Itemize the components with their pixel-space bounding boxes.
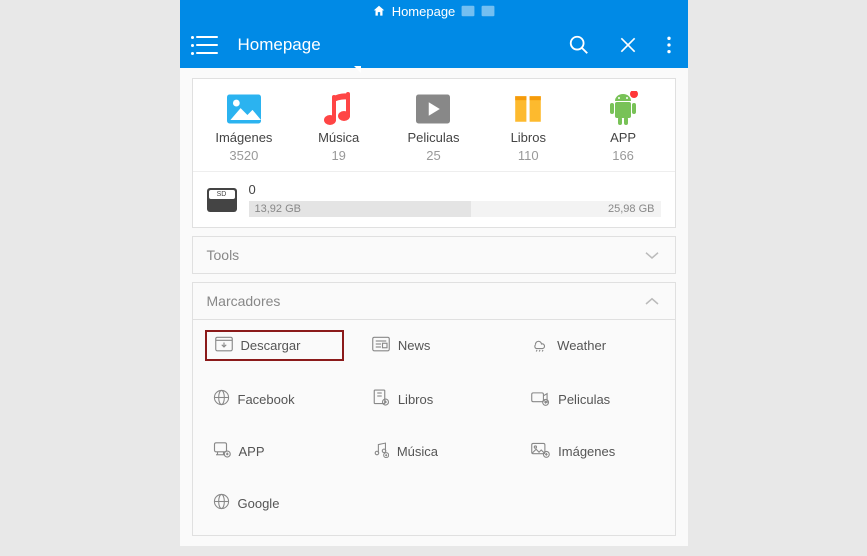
home-icon (372, 4, 386, 18)
app-dl-icon (213, 441, 231, 461)
globe-icon (213, 493, 230, 513)
tab-bar[interactable]: Homepage (180, 0, 688, 22)
storage-bar: 13,92 GB 25,98 GB (249, 201, 661, 217)
media-label: Música (318, 130, 359, 145)
bookmark-label: Facebook (238, 392, 295, 407)
page-title[interactable]: Homepage (238, 35, 321, 55)
tab-window-icon (461, 5, 475, 17)
menu-icon[interactable] (196, 36, 218, 54)
section-bookmarks[interactable]: Marcadores (192, 282, 676, 320)
storage-total-label: 25,98 GB (608, 203, 654, 215)
bookmark-label: Música (397, 444, 438, 459)
media-label: Libros (511, 130, 546, 145)
bookmark-label: Imágenes (558, 444, 615, 459)
book-dl-icon (372, 389, 390, 409)
media-count: 25 (426, 148, 440, 163)
weather-icon (531, 336, 549, 355)
storage-row[interactable]: 0 13,92 GB 25,98 GB (193, 171, 675, 227)
tab-label: Homepage (392, 4, 456, 19)
media-count: 110 (518, 148, 539, 163)
storage-used-label: 13,92 GB (249, 203, 301, 215)
chevron-down-icon (643, 249, 661, 261)
media-label: APP (610, 130, 636, 145)
bookmark-label: News (398, 338, 431, 353)
bookmark-app[interactable]: APP (205, 437, 344, 465)
bookmark-facebook[interactable]: Facebook (205, 385, 344, 413)
bookmark-news[interactable]: News (364, 330, 503, 361)
bookmark-label: Descargar (241, 338, 301, 353)
video-dl-icon (531, 390, 550, 409)
books-icon (512, 91, 544, 127)
bookmark-descargar[interactable]: Descargar (205, 330, 344, 361)
search-icon[interactable] (568, 34, 590, 56)
close-icon[interactable] (618, 35, 638, 55)
bookmark-label: APP (239, 444, 265, 459)
storage-index: 0 (249, 182, 661, 197)
images-icon (227, 91, 261, 127)
bookmark-peliculas[interactable]: Peliculas (523, 385, 662, 413)
media-count: 19 (331, 148, 345, 163)
sd-card-icon (207, 188, 237, 212)
news-icon (372, 336, 390, 355)
media-label: Imágenes (215, 130, 272, 145)
bookmark-label: Google (238, 496, 280, 511)
more-icon[interactable] (666, 35, 672, 55)
bookmark-libros[interactable]: Libros (364, 385, 503, 413)
bookmark-música[interactable]: Música (364, 437, 503, 465)
download-icon (215, 336, 233, 355)
media-item-android[interactable]: APP 166 (576, 91, 670, 163)
bookmark-label: Weather (557, 338, 606, 353)
bookmark-imágenes[interactable]: Imágenes (523, 437, 662, 465)
chevron-up-icon (643, 295, 661, 307)
media-label: Peliculas (407, 130, 459, 145)
bookmark-weather[interactable]: Weather (523, 330, 662, 361)
media-count: 166 (612, 148, 634, 163)
image-dl-icon (531, 442, 550, 461)
music-icon (324, 91, 354, 127)
toolbar: Homepage (180, 22, 688, 68)
media-item-music[interactable]: Música 19 (292, 91, 386, 163)
media-item-video[interactable]: Peliculas 25 (386, 91, 480, 163)
bookmark-label: Peliculas (558, 392, 610, 407)
media-item-books[interactable]: Libros 110 (481, 91, 575, 163)
section-tools[interactable]: Tools (192, 236, 676, 274)
bookmark-google[interactable]: Google (205, 489, 344, 517)
globe-icon (213, 389, 230, 409)
media-item-images[interactable]: Imágenes 3520 (197, 91, 291, 163)
tab-window-icon (481, 5, 495, 17)
dropdown-indicator (354, 66, 361, 73)
bookmark-label: Libros (398, 392, 433, 407)
video-icon (416, 91, 450, 127)
android-icon (607, 91, 639, 127)
music-dl-icon (372, 441, 389, 461)
media-count: 3520 (229, 148, 258, 163)
